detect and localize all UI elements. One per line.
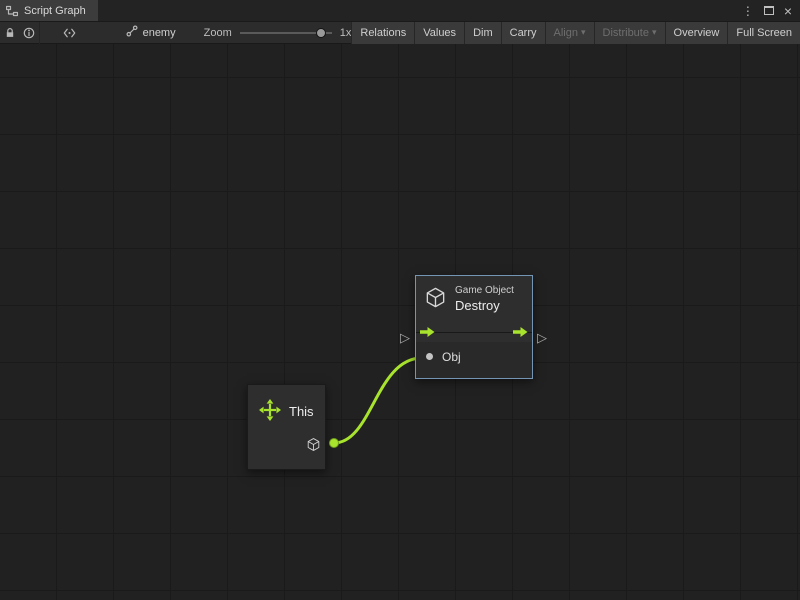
lock-icon[interactable] <box>0 22 20 44</box>
kebab-menu-icon[interactable]: ⋮ <box>742 5 754 17</box>
self-move-icon <box>258 398 282 425</box>
node-destroy-header: Game Object Destroy <box>416 276 532 322</box>
control-input-arrow-icon[interactable] <box>420 326 435 338</box>
game-object-output-port[interactable] <box>306 437 321 455</box>
cube-icon <box>424 286 447 312</box>
zoom-control: Zoom 1x <box>204 22 352 44</box>
obj-input-port[interactable]: Obj <box>426 350 522 364</box>
relations-button[interactable]: Relations <box>351 22 414 44</box>
code-icon[interactable] <box>60 22 80 44</box>
graph-canvas[interactable]: Game Object Destroy Obj ▷ <box>0 44 800 600</box>
titlebar-controls: ⋮ × <box>742 0 800 21</box>
graph-name: enemy <box>143 27 176 39</box>
toolbar-buttons: Relations Values Dim Carry Align▾ Distri… <box>351 22 800 44</box>
tab-script-graph[interactable]: Script Graph <box>0 0 98 21</box>
port-dot-icon[interactable] <box>426 353 433 360</box>
node-destroy-titles: Game Object Destroy <box>455 285 514 314</box>
node-title: This <box>289 404 314 419</box>
toolbar: enemy Zoom 1x Relations Values Dim Carry… <box>0 22 800 44</box>
control-input-port-triangle[interactable]: ▷ <box>400 331 410 344</box>
script-graph-window: Script Graph ⋮ × <box>0 0 800 600</box>
connection-wire[interactable] <box>334 358 422 443</box>
toolbar-separator <box>39 22 40 44</box>
chevron-down-icon: ▾ <box>652 27 657 38</box>
align-button[interactable]: Align▾ <box>545 22 594 44</box>
zoom-slider[interactable] <box>240 22 332 44</box>
tab-title: Script Graph <box>24 5 86 17</box>
port-label: Obj <box>442 350 461 364</box>
full-screen-button[interactable]: Full Screen <box>727 22 800 44</box>
script-graph-icon <box>6 5 18 17</box>
connection-layer <box>0 44 800 600</box>
close-icon[interactable]: × <box>784 4 792 18</box>
maximize-icon[interactable] <box>764 6 774 15</box>
zoom-slider-knob[interactable] <box>316 28 326 38</box>
values-button[interactable]: Values <box>414 22 464 44</box>
node-destroy-body: Obj <box>416 342 532 378</box>
zoom-value: 1x <box>340 27 352 39</box>
titlebar: Script Graph ⋮ × <box>0 0 800 22</box>
distribute-button[interactable]: Distribute▾ <box>594 22 665 44</box>
info-icon[interactable] <box>20 22 40 44</box>
zoom-label: Zoom <box>204 27 232 39</box>
control-output-port-triangle[interactable]: ▷ <box>537 331 547 344</box>
control-output-arrow-icon[interactable] <box>513 326 528 338</box>
carry-button[interactable]: Carry <box>501 22 545 44</box>
connected-port-dot[interactable] <box>329 438 339 448</box>
node-this[interactable]: This <box>247 384 326 470</box>
overview-button[interactable]: Overview <box>665 22 728 44</box>
node-destroy-flow-row <box>416 322 532 342</box>
chevron-down-icon: ▾ <box>581 27 586 38</box>
dim-button[interactable]: Dim <box>464 22 501 44</box>
node-destroy[interactable]: Game Object Destroy Obj <box>415 275 533 379</box>
graph-breadcrumb[interactable]: enemy <box>126 25 176 40</box>
graph-icon <box>126 25 138 40</box>
node-title: Destroy <box>455 298 514 314</box>
node-category: Game Object <box>455 285 514 298</box>
